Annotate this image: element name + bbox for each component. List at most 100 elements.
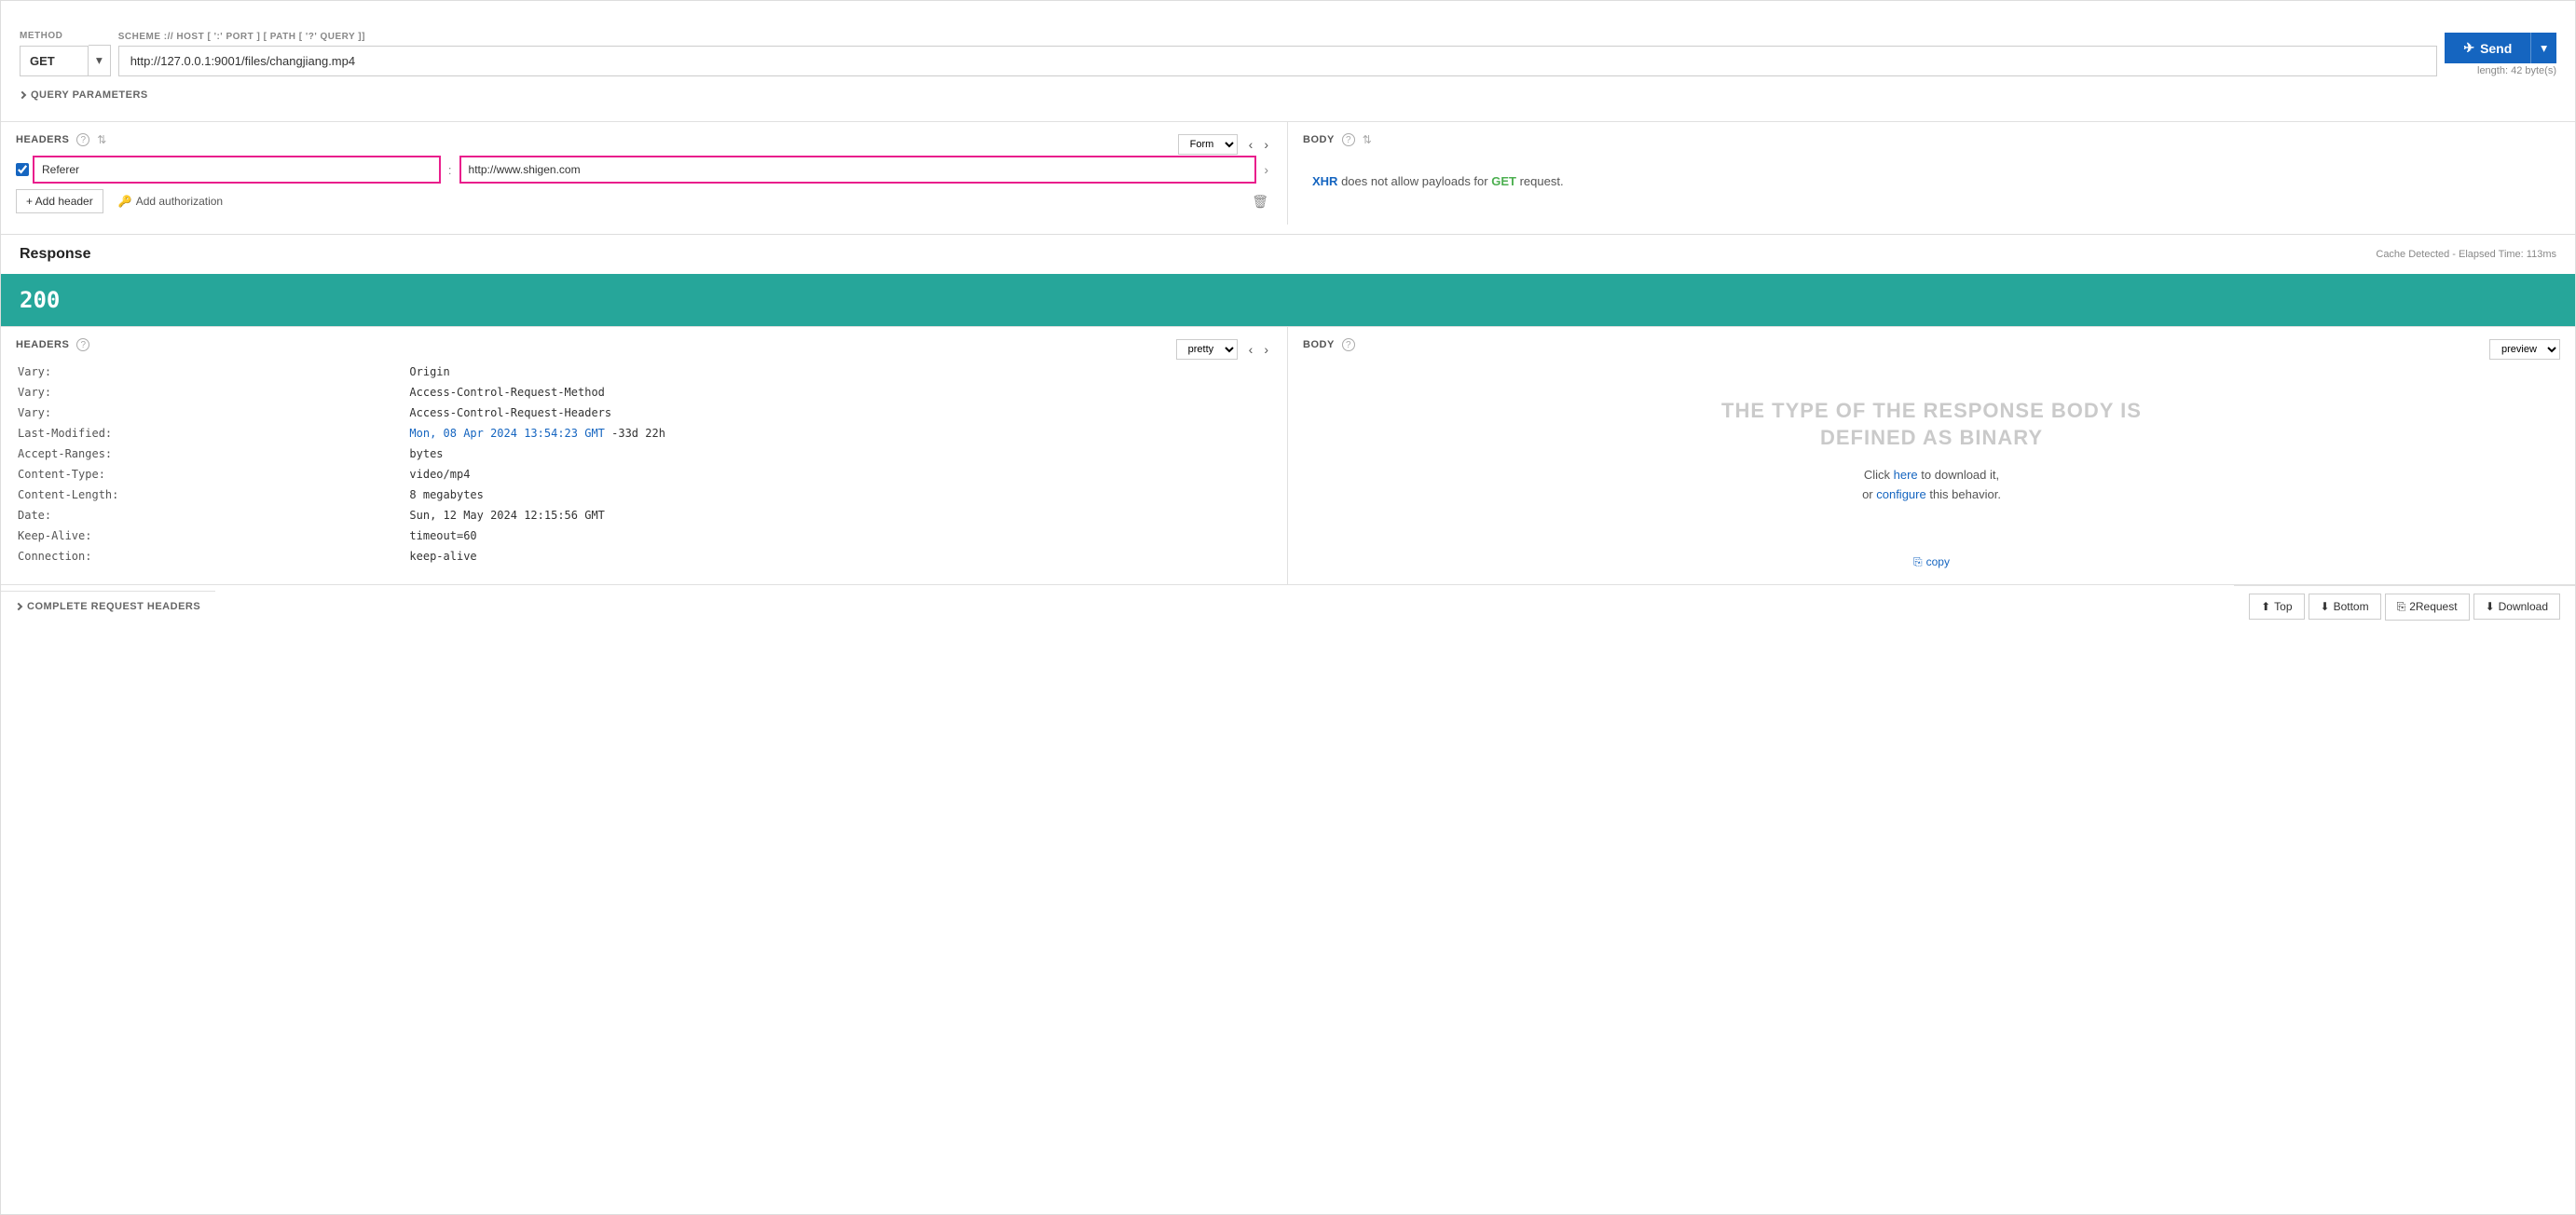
header-key: Date: xyxy=(18,506,407,525)
header-key: Content-Length: xyxy=(18,485,407,504)
headers-panel-header: HEADERS ? ⇅ Form Raw ‹ › xyxy=(16,133,1272,156)
copy-label: copy xyxy=(1926,555,1950,568)
complete-request-row[interactable]: COMPLETE REQUEST HEADERS xyxy=(1,591,215,621)
response-headers-info-icon[interactable]: ? xyxy=(76,338,89,351)
pretty-dropdown[interactable]: pretty raw xyxy=(1176,339,1238,360)
response-body-header: BODY ? preview raw xyxy=(1303,338,2560,361)
header-key: Vary: xyxy=(18,403,407,422)
response-panels: HEADERS ? pretty raw ‹ › xyxy=(1,326,2575,584)
response-headers-left: HEADERS ? xyxy=(16,338,89,351)
response-title: Response xyxy=(20,246,90,263)
add-header-button[interactable]: + Add header xyxy=(16,189,103,213)
url-group: SCHEME :// HOST [ ':' PORT ] [ PATH [ '?… xyxy=(118,32,2438,76)
send-icon: ✈ xyxy=(2463,40,2474,56)
binary-subtitle: Click here to download it, or configure … xyxy=(1322,466,2542,505)
preview-dropdown[interactable]: preview raw xyxy=(2489,339,2560,360)
complete-request-label: COMPLETE REQUEST HEADERS xyxy=(27,601,200,612)
method-group: METHOD GET POST PUT DELETE PATCH ▾ xyxy=(20,31,111,76)
copy-row: ⎘ copy xyxy=(1303,552,2560,573)
table-row: Date: Sun, 12 May 2024 12:15:56 GMT xyxy=(18,506,1270,525)
complete-request-chevron xyxy=(15,603,22,610)
download-label: Download xyxy=(2499,600,2548,613)
header-value: timeout=60 xyxy=(409,526,1270,545)
bottom-label: Bottom xyxy=(2334,600,2369,613)
request-section: METHOD GET POST PUT DELETE PATCH ▾ SCHEM… xyxy=(1,1,2575,121)
header-checkbox[interactable] xyxy=(16,163,29,176)
header-value: Mon, 08 Apr 2024 13:54:23 GMT -33d 22h xyxy=(409,424,1270,443)
cache-info: Cache Detected - Elapsed Time: 113ms xyxy=(2376,249,2556,260)
response-body-info-icon[interactable]: ? xyxy=(1342,338,1355,351)
send-btn-wrapper: ✈ Send ▾ xyxy=(2445,33,2556,63)
binary-configure-link[interactable]: configure xyxy=(1876,487,1925,501)
headers-info-icon[interactable]: ? xyxy=(76,133,89,146)
request-icon: ⎘ xyxy=(2397,600,2406,614)
request-button[interactable]: ⎘ 2Request xyxy=(2385,594,2470,621)
method-label: METHOD xyxy=(20,31,111,41)
form-dropdown[interactable]: Form Raw xyxy=(1178,134,1238,155)
body-panel-header: BODY ? ⇅ xyxy=(1303,133,2560,156)
header-key: Keep-Alive: xyxy=(18,526,407,545)
xhr-notice: XHR does not allow payloads for GET requ… xyxy=(1303,156,2560,207)
header-value-input[interactable] xyxy=(459,156,1257,184)
send-button[interactable]: ✈ Send xyxy=(2445,33,2530,63)
add-auth-button[interactable]: 🔑 Add authorization xyxy=(111,190,230,212)
binary-here-link[interactable]: here xyxy=(1894,468,1918,482)
response-body-left: BODY ? xyxy=(1303,338,1355,351)
header-separator: : xyxy=(445,163,456,177)
header-key: Accept-Ranges: xyxy=(18,444,407,463)
header-key: Last-Modified: xyxy=(18,424,407,443)
header-key: Vary: xyxy=(18,383,407,402)
top-icon: ⬆ xyxy=(2261,600,2270,613)
get-label: GET xyxy=(1491,174,1516,188)
nav-left-arrow[interactable]: ‹ xyxy=(1245,135,1257,154)
add-header-row: + Add header 🔑 Add authorization 🗑 xyxy=(16,189,1272,213)
header-value: video/mp4 xyxy=(409,465,1270,484)
body-sort-icon[interactable]: ⇅ xyxy=(1363,133,1372,146)
bottom-button[interactable]: ⬇ Bottom xyxy=(2309,594,2381,620)
header-value: Access-Control-Request-Method xyxy=(409,383,1270,402)
url-input[interactable] xyxy=(118,46,2438,76)
last-modified-link[interactable]: Mon, 08 Apr 2024 13:54:23 GMT xyxy=(409,427,605,440)
table-row: Accept-Ranges: bytes xyxy=(18,444,1270,463)
response-nav-right[interactable]: › xyxy=(1260,340,1272,359)
nav-right-arrow[interactable]: › xyxy=(1260,135,1272,154)
headers-sort-icon[interactable]: ⇅ xyxy=(97,133,106,146)
download-icon: ⬇ xyxy=(2486,600,2495,613)
header-value: 8 megabytes xyxy=(409,485,1270,504)
send-dropdown-button[interactable]: ▾ xyxy=(2530,33,2556,63)
status-code: 200 xyxy=(20,287,60,313)
table-row: Content-Type: video/mp4 xyxy=(18,465,1270,484)
header-value: bytes xyxy=(409,444,1270,463)
binary-overlay: THE TYPE OF THE RESPONSE BODY ISDEFINED … xyxy=(1303,361,2560,542)
length-info: length: 42 byte(s) xyxy=(2477,65,2556,76)
response-nav-left[interactable]: ‹ xyxy=(1245,340,1257,359)
bottom-icon: ⬇ xyxy=(2321,600,2330,613)
send-label: Send xyxy=(2480,41,2512,56)
table-row: Vary: Origin xyxy=(18,362,1270,381)
method-select-wrapper: GET POST PUT DELETE PATCH ▾ xyxy=(20,45,111,76)
header-value: Access-Control-Request-Headers xyxy=(409,403,1270,422)
response-body-panel: BODY ? preview raw THE TYPE OF THE RESPO… xyxy=(1288,327,2575,584)
body-info-icon[interactable]: ? xyxy=(1342,133,1355,146)
table-row: Vary: Access-Control-Request-Method xyxy=(18,383,1270,402)
top-button[interactable]: ⬆ Top xyxy=(2249,594,2304,620)
method-dropdown-btn[interactable]: ▾ xyxy=(89,45,111,76)
body-header-content: BODY ? ⇅ xyxy=(1303,133,1372,146)
header-key-input[interactable] xyxy=(33,156,441,184)
header-collapse-btn[interactable]: › xyxy=(1260,160,1272,179)
header-key: Connection: xyxy=(18,547,407,566)
copy-button[interactable]: ⎘ copy xyxy=(1906,552,1957,573)
table-row: Keep-Alive: timeout=60 xyxy=(18,526,1270,545)
delete-all-button[interactable]: 🗑 xyxy=(1248,190,1272,213)
url-label: SCHEME :// HOST [ ':' PORT ] [ PATH [ '?… xyxy=(118,32,2438,42)
query-params-row[interactable]: QUERY PARAMETERS xyxy=(20,84,2556,106)
method-select[interactable]: GET POST PUT DELETE PATCH xyxy=(20,46,89,76)
header-key: Content-Type: xyxy=(18,465,407,484)
table-row: Content-Length: 8 megabytes xyxy=(18,485,1270,504)
table-row: Last-Modified: Mon, 08 Apr 2024 13:54:23… xyxy=(18,424,1270,443)
headers-title: HEADERS xyxy=(16,134,69,145)
download-button[interactable]: ⬇ Download xyxy=(2473,594,2560,620)
response-nav-arrows: ‹ › xyxy=(1245,340,1272,359)
response-footer: ⬆ Top ⬇ Bottom ⎘ 2Request ⬇ Download xyxy=(2234,585,2575,628)
response-headers-panel: HEADERS ? pretty raw ‹ › xyxy=(1,327,1288,584)
